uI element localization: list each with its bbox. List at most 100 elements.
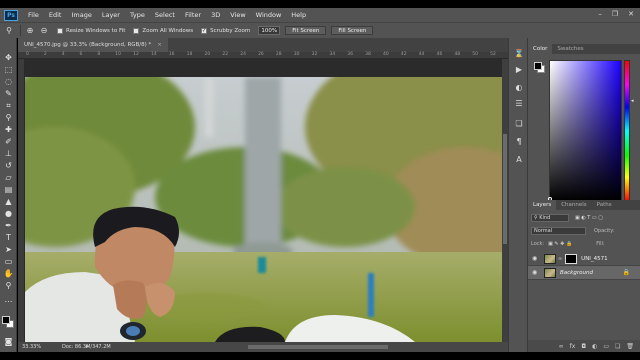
layers-panel-tabs: Layers Channels Paths xyxy=(528,200,640,210)
filter-icons[interactable]: ▣ ◐ T ▭ ▢ xyxy=(575,215,603,221)
menu-help[interactable]: Help xyxy=(291,11,306,19)
adjustments-panel-icon[interactable]: ◐ xyxy=(514,82,524,92)
menu-3d[interactable]: 3D xyxy=(211,11,220,19)
menu-image[interactable]: Image xyxy=(71,11,91,19)
dodge-tool-icon[interactable]: ● xyxy=(3,208,14,219)
resize-windows-checkbox[interactable]: Resize Windows to Fit xyxy=(57,27,125,34)
zoom-all-label: Zoom All Windows xyxy=(142,27,194,34)
hue-slider[interactable] xyxy=(624,60,630,202)
hand-tool-icon[interactable]: ✋ xyxy=(3,268,14,279)
checkbox-box[interactable] xyxy=(57,27,63,34)
zoom-percent-button[interactable]: 100% xyxy=(258,26,281,35)
blend-mode-select[interactable]: Normal xyxy=(531,226,586,235)
zoom-out-icon[interactable]: ⊖ xyxy=(39,26,49,36)
tab-color[interactable]: Color xyxy=(528,44,553,54)
fill-screen-button[interactable]: Fill Screen xyxy=(331,26,374,35)
layer-row-background[interactable]: ◉ Background 🔒 xyxy=(528,266,640,280)
color-foreground-swatch[interactable] xyxy=(534,62,542,70)
lasso-tool-icon[interactable]: ◌ xyxy=(3,76,14,87)
horizontal-scrollbar[interactable] xyxy=(248,345,388,349)
fit-screen-button[interactable]: Fit Screen xyxy=(285,26,327,35)
menu-layer[interactable]: Layer xyxy=(102,11,120,19)
eyedropper-tool-icon[interactable]: ⚲ xyxy=(3,112,14,123)
properties-panel-icon[interactable]: ☰ xyxy=(514,98,524,108)
menu-type[interactable]: Type xyxy=(130,11,145,19)
move-tool-icon[interactable]: ✥ xyxy=(3,52,14,63)
tab-swatches[interactable]: Swatches xyxy=(552,44,588,54)
gradient-tool-icon[interactable]: ▤ xyxy=(3,184,14,195)
trash-icon[interactable]: 🗑 xyxy=(626,343,634,350)
adjustment-layer-icon[interactable]: ◐ xyxy=(592,343,597,350)
fx-icon[interactable]: fx xyxy=(570,343,576,350)
close-tab-icon[interactable]: × xyxy=(157,42,162,48)
menu-filter[interactable]: Filter xyxy=(185,11,201,19)
layer-mask-thumbnail[interactable] xyxy=(565,253,578,264)
checkbox-box[interactable] xyxy=(133,27,140,34)
link-layers-icon[interactable]: ∞ xyxy=(559,343,564,350)
quick-select-tool-icon[interactable]: ✎ xyxy=(3,88,14,99)
scrubby-zoom-checkbox[interactable]: ✓ Scrubby Zoom xyxy=(201,27,250,34)
color-panel-tabs: Color Swatches xyxy=(528,44,640,54)
options-bar: ⚲ ⊕ ⊖ Resize Windows to Fit Zoom All Win… xyxy=(0,22,640,38)
libraries-panel-icon[interactable]: ❏ xyxy=(514,118,524,128)
restore-icon[interactable]: ❐ xyxy=(612,10,618,18)
new-group-icon[interactable]: ▭ xyxy=(603,343,609,350)
lock-icon[interactable]: 🔒 xyxy=(623,269,630,276)
horizontal-ruler: 0 2 4 6 8 10 12 14 16 18 20 22 24 26 28 30 32 34 36 38 40 42 4… xyxy=(18,52,508,59)
zoom-all-checkbox[interactable]: Zoom All Windows xyxy=(133,27,194,34)
brush-tool-icon[interactable]: ✐ xyxy=(3,136,14,147)
paragraph-panel-icon[interactable]: ¶ xyxy=(514,136,524,146)
menu-bar: Ps File Edit Image Layer Type Select Fil… xyxy=(0,8,640,22)
kind-filter-select[interactable]: ⚲ Kind xyxy=(531,213,569,222)
menu-window[interactable]: Window xyxy=(256,11,282,19)
document-canvas[interactable] xyxy=(25,77,502,342)
layer-row[interactable]: ◉ ∞ UNI_4571 xyxy=(528,252,640,266)
menu-edit[interactable]: Edit xyxy=(49,11,62,19)
stamp-tool-icon[interactable]: ⊥ xyxy=(3,148,14,159)
add-mask-icon[interactable]: ◘ xyxy=(581,343,586,350)
zoom-in-icon[interactable]: ⊕ xyxy=(25,26,35,36)
menu-file[interactable]: File xyxy=(28,11,39,19)
chain-link-icon[interactable]: ∞ xyxy=(558,256,562,262)
shape-tool-icon[interactable]: ▭ xyxy=(3,256,14,267)
new-layer-icon[interactable]: ❏ xyxy=(615,343,620,350)
foreground-color-swatch[interactable] xyxy=(2,316,10,324)
history-brush-icon[interactable]: ↺ xyxy=(3,160,14,171)
status-zoom[interactable]: 33.33% xyxy=(22,344,58,350)
history-panel-icon[interactable]: ⌛ xyxy=(514,48,524,58)
eye-icon[interactable]: ◉ xyxy=(532,255,540,262)
tab-channels[interactable]: Channels xyxy=(556,200,591,210)
color-picker-field[interactable] xyxy=(549,60,622,202)
lock-icons[interactable]: ▣ ✎ ✥ 🔒 xyxy=(548,241,572,247)
minimize-icon[interactable]: – xyxy=(598,10,602,18)
fill-label: Fill: xyxy=(596,240,605,247)
status-arrow-icon[interactable]: ▸ xyxy=(86,343,89,350)
type-tool-icon[interactable]: T xyxy=(3,232,14,243)
document-tab[interactable]: UNI_4570.jpg @ 33.3% (Background, RGB/8)… xyxy=(18,38,168,52)
zoom-tool-icon[interactable]: ⚲ xyxy=(3,280,14,291)
eye-icon[interactable]: ◉ xyxy=(532,269,540,276)
crop-tool-icon[interactable]: ⌗ xyxy=(3,100,14,111)
path-select-tool-icon[interactable]: ➤ xyxy=(3,244,14,255)
marquee-tool-icon[interactable]: ⬚ xyxy=(3,64,14,75)
window-controls: – ❐ ✕ xyxy=(598,10,634,18)
menu-select[interactable]: Select xyxy=(155,11,175,19)
more-tools-icon[interactable]: … xyxy=(3,294,14,305)
quick-mask-icon[interactable]: ◙ xyxy=(3,336,14,347)
healing-tool-icon[interactable]: ✚ xyxy=(3,124,14,135)
scrollbar-thumb[interactable] xyxy=(503,134,507,244)
actions-panel-icon[interactable]: ▶ xyxy=(514,64,524,74)
character-panel-icon[interactable]: A xyxy=(514,154,524,164)
menu-view[interactable]: View xyxy=(230,11,245,19)
pen-tool-icon[interactable]: ✒ xyxy=(3,220,14,231)
zoom-tool-icon[interactable]: ⚲ xyxy=(4,26,14,36)
hue-slider-arrow-icon[interactable]: ◂ xyxy=(631,98,634,104)
eraser-tool-icon[interactable]: ▱ xyxy=(3,172,14,183)
ruler-tick-label: 36 xyxy=(347,52,354,57)
blur-tool-icon[interactable]: ▲ xyxy=(3,196,14,207)
close-icon[interactable]: ✕ xyxy=(628,10,634,18)
ruler-tick-label: 40 xyxy=(383,52,389,57)
tab-layers[interactable]: Layers xyxy=(528,200,557,210)
checkmark-icon[interactable]: ✓ xyxy=(201,27,208,34)
tab-paths[interactable]: Paths xyxy=(592,200,617,210)
